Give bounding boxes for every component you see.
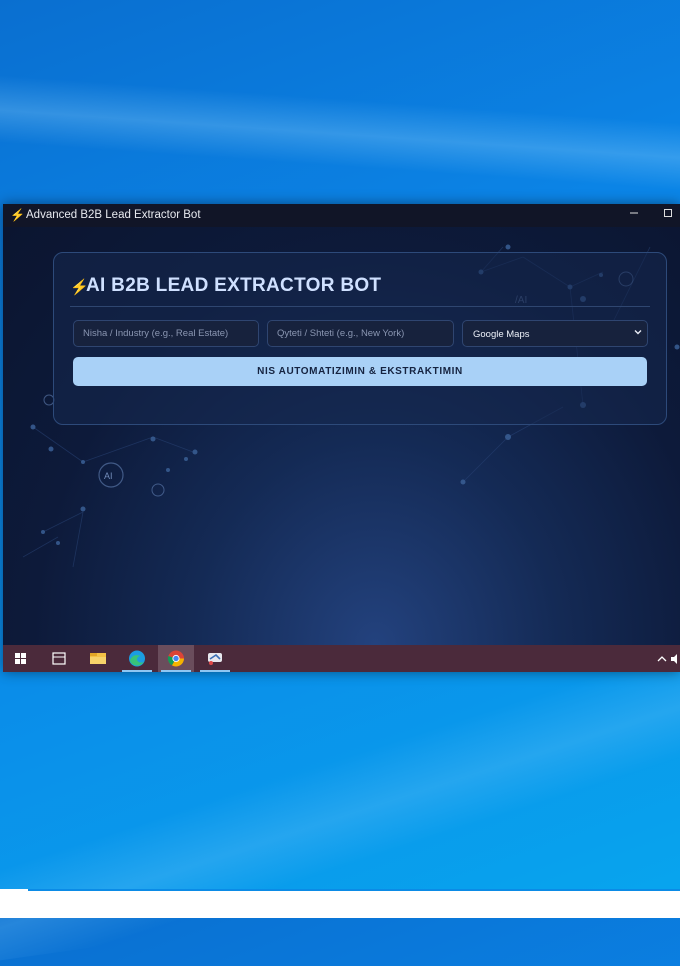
running-indicator: [122, 670, 152, 672]
app-window: ⚡ Advanced B2B Lead Extractor Bot AI ⚡ A…: [3, 204, 680, 672]
page-title: AI B2B LEAD EXTRACTOR BOT: [86, 275, 382, 296]
windows-start-button[interactable]: [3, 645, 39, 672]
maximize-icon: [664, 209, 672, 217]
edge-browser-icon: [129, 650, 145, 667]
system-tray-icons: [657, 654, 677, 664]
maximize-button[interactable]: [656, 206, 680, 224]
bottom-accent-line: [28, 889, 680, 891]
minimize-button[interactable]: [622, 206, 646, 224]
niche-field[interactable]: [73, 320, 259, 347]
city-input[interactable]: [268, 321, 453, 346]
window-titlebar[interactable]: ⚡ Advanced B2B Lead Extractor Bot: [3, 204, 680, 227]
niche-input[interactable]: [74, 321, 258, 346]
header-divider: [70, 306, 650, 307]
python-app-button[interactable]: [197, 645, 233, 672]
file-explorer-button[interactable]: [80, 645, 116, 672]
chevron-down-icon: [633, 327, 643, 340]
edge-browser-button[interactable]: [119, 645, 155, 672]
windows-start-icon: [15, 653, 26, 664]
file-explorer-icon: [90, 653, 106, 664]
app-canvas: AI /AI ⚡ AI B2B LEAD EXTRACTOR BOT Googl…: [3, 227, 680, 645]
window-title: Advanced B2B Lead Extractor Bot: [26, 209, 201, 221]
taskbar: [3, 645, 680, 672]
task-view-icon: [52, 652, 66, 665]
python-app-icon: [208, 653, 222, 665]
minimize-icon: [630, 212, 638, 214]
system-tray[interactable]: [656, 652, 680, 669]
source-select[interactable]: Google Maps: [462, 320, 648, 347]
chrome-browser-icon: [167, 650, 184, 667]
chrome-browser-button[interactable]: [158, 645, 194, 672]
running-indicator: [200, 670, 230, 672]
running-indicator: [161, 670, 191, 672]
task-view-button[interactable]: [41, 645, 77, 672]
source-select-value: Google Maps: [473, 329, 530, 340]
bottom-strip: [0, 889, 680, 918]
city-field[interactable]: [267, 320, 454, 347]
lightning-bolt-icon: ⚡: [10, 208, 25, 222]
start-extraction-button[interactable]: NIS AUTOMATIZIMIN & EKSTRAKTIMIN: [73, 357, 647, 386]
lead-extractor-panel: ⚡ AI B2B LEAD EXTRACTOR BOT Google Maps …: [53, 252, 667, 425]
svg-text:AI: AI: [104, 471, 113, 481]
